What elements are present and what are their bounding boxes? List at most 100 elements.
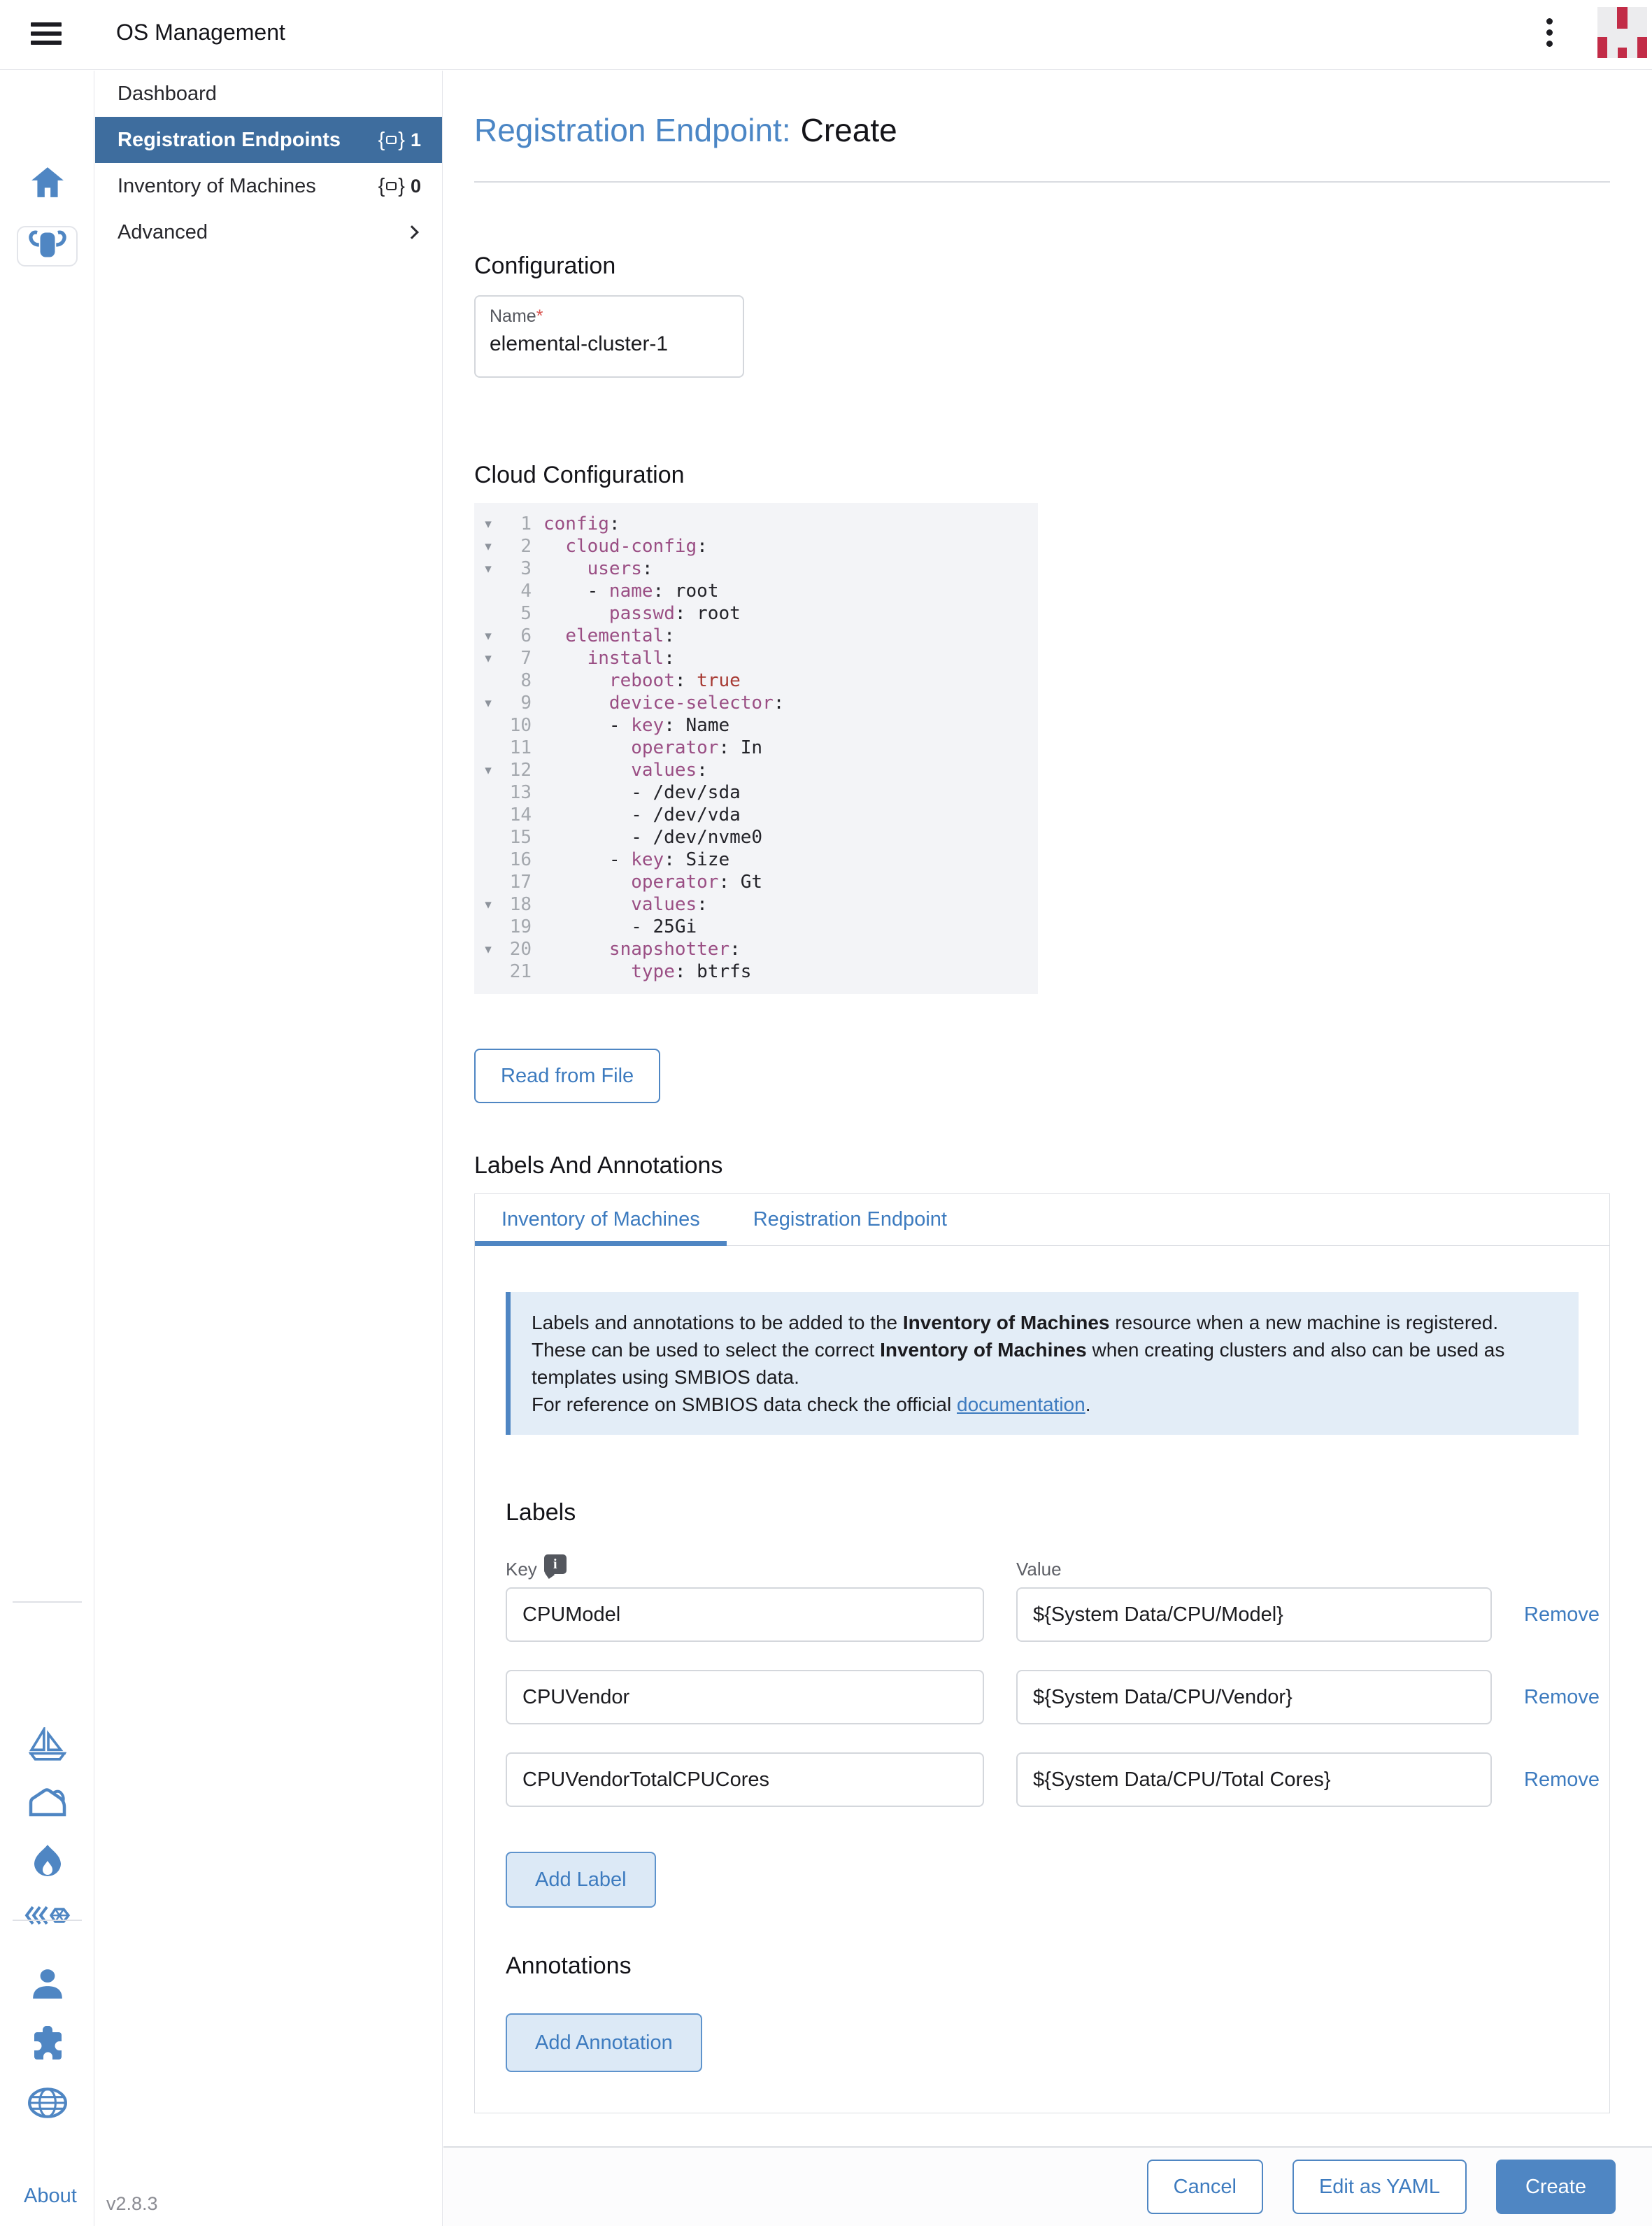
fold-arrow-icon[interactable] [474, 602, 502, 625]
fold-arrow-icon[interactable]: ▾ [474, 558, 502, 580]
fold-arrow-icon[interactable]: ▾ [474, 513, 502, 535]
code-text: - /dev/sda [532, 781, 741, 804]
name-input[interactable] [490, 332, 729, 356]
resource-count: 1 [411, 129, 421, 151]
sidebar-item-label: Dashboard [118, 83, 421, 106]
fold-arrow-icon[interactable] [474, 781, 502, 804]
banner-text: For reference on SMBIOS data check the o… [532, 1394, 957, 1415]
cloud-config-code-editor[interactable]: ▾1config:▾2 cloud-config:▾3 users:4 - na… [474, 503, 1038, 994]
globe-icon[interactable] [0, 2087, 94, 2119]
fold-arrow-icon[interactable]: ▾ [474, 535, 502, 558]
code-text: - /dev/vda [532, 804, 741, 826]
fold-arrow-icon[interactable] [474, 871, 502, 893]
line-number: 6 [502, 625, 532, 647]
wheat-icon[interactable] [0, 1905, 94, 1926]
fold-arrow-icon[interactable] [474, 737, 502, 759]
banner-bold-text: Inventory of Machines [903, 1312, 1110, 1333]
sidebar-item-registration-endpoints[interactable]: Registration Endpoints{}1 [95, 117, 442, 163]
user-icon[interactable] [0, 1968, 94, 2000]
fold-arrow-icon[interactable] [474, 826, 502, 849]
code-text: values: [532, 893, 708, 916]
line-number: 8 [502, 669, 532, 692]
sidebar-item-inventory-of-machines[interactable]: Inventory of Machines{}0 [95, 163, 442, 209]
label-value-input[interactable] [1016, 1752, 1492, 1807]
fold-arrow-icon[interactable]: ▾ [474, 692, 502, 714]
rail-divider [13, 1601, 82, 1603]
fold-arrow-icon[interactable] [474, 580, 502, 602]
read-from-file-button[interactable]: Read from File [474, 1049, 660, 1103]
line-number: 9 [502, 692, 532, 714]
line-number: 15 [502, 826, 532, 849]
add-annotation-button[interactable]: Add Annotation [506, 2013, 702, 2072]
label-row: Remove [506, 1587, 1579, 1642]
fold-arrow-icon[interactable]: ▾ [474, 759, 502, 781]
label-row: Remove [506, 1670, 1579, 1724]
sidebar-item-label: Advanced [118, 221, 407, 244]
line-number: 3 [502, 558, 532, 580]
name-field[interactable]: Name* [474, 295, 744, 378]
code-line: 5 passwd: root [474, 602, 1038, 625]
fold-arrow-icon[interactable]: ▾ [474, 893, 502, 916]
page-title-resource: Registration Endpoint: [474, 112, 791, 148]
fold-arrow-icon[interactable] [474, 804, 502, 826]
code-text: - 25Gi [532, 916, 697, 938]
about-link[interactable]: About [24, 2185, 77, 2208]
remove-label-link[interactable]: Remove [1524, 1686, 1600, 1709]
kebab-menu-icon[interactable] [1539, 18, 1560, 55]
add-label-button[interactable]: Add Label [506, 1852, 656, 1908]
label-value-input[interactable] [1016, 1587, 1492, 1642]
code-text: snapshotter: [532, 938, 741, 960]
code-line: ▾12 values: [474, 759, 1038, 781]
fold-arrow-icon[interactable] [474, 960, 502, 983]
sidebar-item-dashboard[interactable]: Dashboard [95, 71, 442, 117]
banner-text: Labels and annotations to be added to th… [532, 1312, 903, 1333]
fold-arrow-icon[interactable] [474, 669, 502, 692]
fold-arrow-icon[interactable] [474, 916, 502, 938]
code-line: 11 operator: In [474, 737, 1038, 759]
line-number: 14 [502, 804, 532, 826]
puzzle-icon[interactable] [0, 2026, 94, 2062]
sidebar-item-advanced[interactable]: Advanced [95, 209, 442, 255]
code-text: operator: In [532, 737, 762, 759]
code-line: 17 operator: Gt [474, 871, 1038, 893]
labels-heading: Labels [506, 1499, 1579, 1526]
fold-arrow-icon[interactable] [474, 714, 502, 737]
kv-headers: Keyi Value [506, 1559, 1579, 1580]
edit-as-yaml-button[interactable]: Edit as YAML [1293, 2160, 1467, 2214]
info-tooltip-icon[interactable]: i [544, 1554, 567, 1574]
sidebar-item-label: Inventory of Machines [118, 175, 378, 198]
home-icon[interactable] [0, 166, 94, 198]
hamburger-menu-icon[interactable] [31, 22, 62, 48]
label-value-input[interactable] [1016, 1670, 1492, 1724]
tab-registration-endpoint[interactable]: Registration Endpoint [727, 1194, 974, 1245]
sidebar-item-elemental[interactable] [17, 226, 78, 267]
app-header: OS Management [0, 0, 1652, 70]
fold-arrow-icon[interactable]: ▾ [474, 625, 502, 647]
fold-arrow-icon[interactable] [474, 849, 502, 871]
label-key-input[interactable] [506, 1670, 984, 1724]
line-number: 10 [502, 714, 532, 737]
flame-icon[interactable] [0, 1843, 94, 1880]
remove-label-link[interactable]: Remove [1524, 1603, 1600, 1626]
remove-label-link[interactable]: Remove [1524, 1768, 1600, 1792]
line-number: 13 [502, 781, 532, 804]
line-number: 20 [502, 938, 532, 960]
info-banner: Labels and annotations to be added to th… [506, 1292, 1579, 1435]
sailboat-icon[interactable] [0, 1727, 94, 1762]
label-key-input[interactable] [506, 1587, 984, 1642]
line-number: 18 [502, 893, 532, 916]
documentation-link[interactable]: documentation [957, 1394, 1085, 1415]
sidebar-item-label: Registration Endpoints [118, 129, 378, 152]
barn-icon[interactable] [0, 1786, 94, 1818]
line-number: 21 [502, 960, 532, 983]
tab-inventory-of-machines[interactable]: Inventory of Machines [475, 1194, 727, 1245]
fold-arrow-icon[interactable]: ▾ [474, 938, 502, 960]
label-key-input[interactable] [506, 1752, 984, 1807]
code-text: - name: root [532, 580, 718, 602]
create-button[interactable]: Create [1496, 2160, 1616, 2214]
title-divider [474, 181, 1610, 183]
fold-arrow-icon[interactable]: ▾ [474, 647, 502, 669]
cancel-button[interactable]: Cancel [1147, 2160, 1263, 2214]
code-text: operator: Gt [532, 871, 762, 893]
code-line: ▾20 snapshotter: [474, 938, 1038, 960]
